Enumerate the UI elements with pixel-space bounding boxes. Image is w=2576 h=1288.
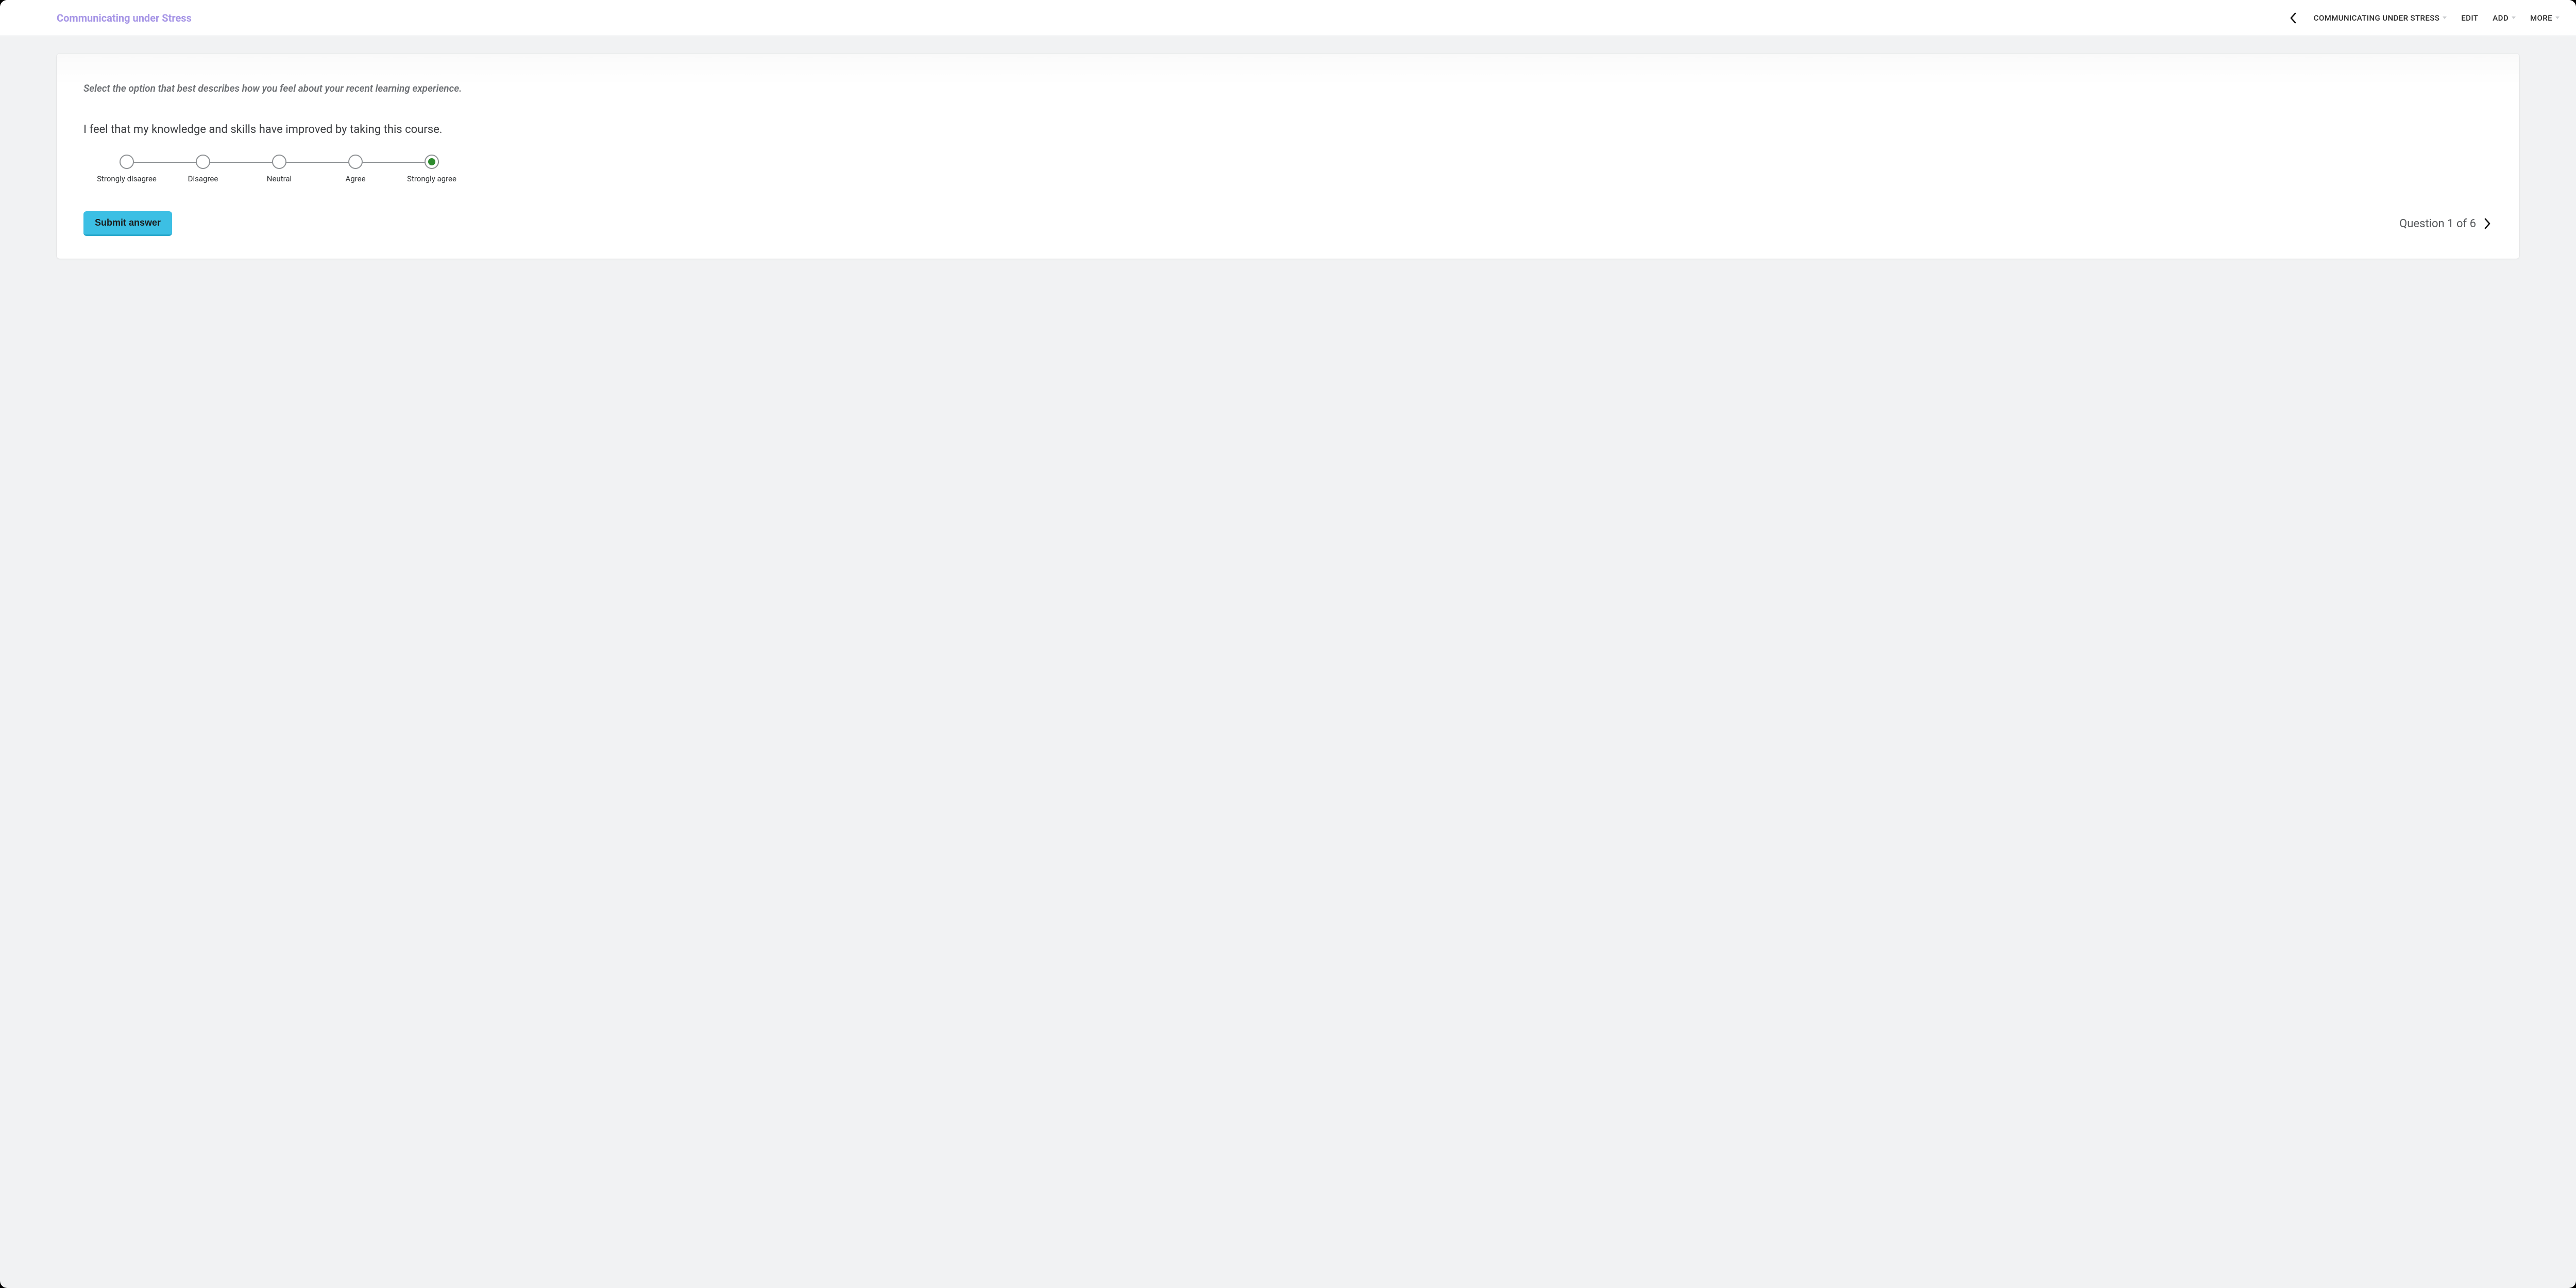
likert-scale: Strongly disagree Disagree Neutral Agree… xyxy=(89,155,470,183)
nav-more-dropdown[interactable]: MORE xyxy=(2530,13,2560,23)
likert-option-agree[interactable]: Agree xyxy=(317,155,394,183)
likert-label: Neutral xyxy=(267,174,292,183)
nav-course-dropdown[interactable]: COMMUNICATING UNDER STRESS xyxy=(2314,13,2447,23)
likert-option-strongly-disagree[interactable]: Strongly disagree xyxy=(89,155,165,183)
radio-icon xyxy=(348,155,363,169)
app-viewport: Communicating under Stress COMMUNICATING… xyxy=(0,0,2576,1288)
top-bar: Communicating under Stress COMMUNICATING… xyxy=(0,0,2576,36)
question-card: Select the option that best describes ho… xyxy=(57,54,2519,259)
nav-add-dropdown[interactable]: ADD xyxy=(2493,13,2516,23)
back-button[interactable] xyxy=(2287,12,2299,24)
likert-label: Disagree xyxy=(188,174,218,183)
nav-menu: COMMUNICATING UNDER STRESS EDIT ADD MORE xyxy=(2287,12,2560,24)
chevron-right-icon xyxy=(2484,218,2491,229)
nav-course-label: COMMUNICATING UNDER STRESS xyxy=(2314,13,2439,23)
likert-label: Agree xyxy=(345,174,365,183)
radio-icon xyxy=(272,155,286,169)
page-title: Communicating under Stress xyxy=(57,12,192,24)
question-progress: Question 1 of 6 xyxy=(2399,217,2493,230)
likert-label: Strongly disagree xyxy=(97,174,157,183)
progress-text: Question 1 of 6 xyxy=(2399,217,2476,230)
submit-button[interactable]: Submit answer xyxy=(83,211,172,236)
instruction-text: Select the option that best describes ho… xyxy=(83,82,2493,94)
question-text: I feel that my knowledge and skills have… xyxy=(83,123,2493,136)
likert-label: Strongly agree xyxy=(407,174,456,183)
next-question-button[interactable] xyxy=(2482,218,2493,229)
caret-down-icon xyxy=(2512,16,2516,19)
radio-icon xyxy=(196,155,210,169)
likert-option-disagree[interactable]: Disagree xyxy=(165,155,241,183)
likert-option-strongly-agree[interactable]: Strongly agree xyxy=(394,155,470,183)
nav-add-label: ADD xyxy=(2493,13,2509,23)
nav-edit-label: EDIT xyxy=(2461,13,2478,23)
content-area: Select the option that best describes ho… xyxy=(0,36,2576,1288)
caret-down-icon xyxy=(2555,16,2560,19)
nav-edit[interactable]: EDIT xyxy=(2461,13,2478,23)
chevron-left-icon xyxy=(2290,12,2297,24)
caret-down-icon xyxy=(2443,16,2447,19)
likert-option-neutral[interactable]: Neutral xyxy=(241,155,317,183)
card-footer: Submit answer Question 1 of 6 xyxy=(83,211,2493,236)
nav-more-label: MORE xyxy=(2530,13,2552,23)
radio-selected-icon xyxy=(425,155,439,169)
radio-icon xyxy=(120,155,134,169)
